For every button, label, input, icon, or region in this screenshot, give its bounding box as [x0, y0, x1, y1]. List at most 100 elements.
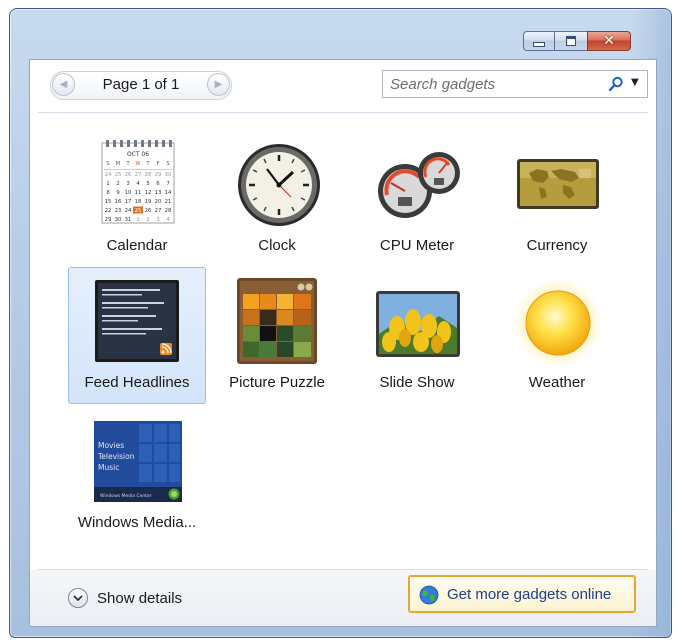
svg-text:23: 23 [115, 208, 122, 214]
svg-text:10: 10 [125, 190, 132, 196]
svg-text:3: 3 [126, 181, 129, 187]
gadget-feed-headlines[interactable]: Feed Headlines [68, 267, 206, 404]
svg-text:29: 29 [105, 217, 112, 223]
globe-icon [419, 585, 439, 605]
svg-text:21: 21 [165, 199, 172, 205]
gallery-footer: Show details Get more gadgets online [30, 570, 656, 626]
svg-text:30: 30 [165, 172, 172, 178]
svg-text:S: S [166, 161, 169, 167]
windows-media-center-icon: Movies Television Music Windows Media Ce… [94, 421, 182, 502]
gadget-label: Windows Media... [77, 514, 197, 531]
svg-text:25: 25 [115, 172, 122, 178]
svg-text:OCT 06: OCT 06 [127, 151, 149, 158]
svg-text:1: 1 [106, 181, 109, 187]
gallery-toolbar: ◀ Page 1 of 1 ▶ Search gadgets ▼ [30, 60, 656, 112]
svg-text:W: W [136, 161, 141, 167]
svg-text:28: 28 [165, 208, 172, 214]
show-details-label: Show details [97, 589, 183, 607]
svg-text:17: 17 [125, 199, 132, 205]
svg-text:2: 2 [116, 181, 119, 187]
svg-text:13: 13 [155, 190, 162, 196]
chevron-down-icon [68, 588, 88, 608]
svg-text:16: 16 [115, 199, 122, 205]
search-icon[interactable] [608, 76, 624, 92]
svg-text:29: 29 [155, 172, 162, 178]
maximize-icon [566, 36, 576, 46]
gadget-windows-media-center[interactable]: Movies Television Music Windows Media Ce… [68, 407, 206, 544]
window-controls: ✕ [523, 31, 631, 51]
svg-text:28: 28 [145, 172, 152, 178]
feed-headlines-icon [95, 280, 179, 362]
gadget-clock[interactable]: Clock [208, 130, 346, 267]
svg-text:18: 18 [135, 199, 142, 205]
svg-text:Windows Media Center: Windows Media Center [100, 493, 152, 499]
svg-text:S: S [106, 161, 109, 167]
gadget-label: Currency [526, 237, 588, 254]
svg-text:27: 27 [155, 208, 162, 214]
svg-text:24: 24 [105, 172, 112, 178]
gadget-label: Calendar [106, 237, 168, 254]
search-placeholder: Search gadgets [390, 76, 496, 93]
svg-text:2: 2 [146, 217, 149, 223]
svg-text:M: M [116, 161, 120, 167]
close-icon: ✕ [603, 33, 615, 49]
svg-text:22: 22 [105, 208, 112, 214]
svg-text:1: 1 [136, 217, 139, 223]
maximize-button[interactable] [555, 31, 587, 51]
gadget-calendar[interactable]: OCT 06 SMTWTFS 24 25 26 27 28 29 30 1234567 89… [68, 130, 206, 267]
gadget-label: Weather [528, 374, 586, 391]
gadget-currency[interactable]: Currency [488, 130, 626, 267]
minimize-icon [533, 41, 545, 47]
gadget-picture-puzzle[interactable]: Picture Puzzle [208, 267, 346, 404]
gadget-label: Clock [258, 237, 296, 254]
svg-text:26: 26 [145, 208, 152, 214]
svg-text:F: F [157, 161, 160, 167]
svg-text:5: 5 [146, 181, 149, 187]
svg-text:27: 27 [135, 172, 142, 178]
svg-text:14: 14 [165, 190, 172, 196]
minimize-button[interactable] [523, 31, 555, 51]
get-more-gadgets-label: Get more gadgets online [447, 586, 612, 603]
svg-text:24: 24 [125, 208, 132, 214]
previous-page-button[interactable]: ◀ [52, 73, 75, 96]
gadget-weather[interactable]: Weather [488, 267, 626, 404]
slide-show-icon [376, 291, 460, 357]
svg-text:3: 3 [156, 217, 159, 223]
svg-text:12: 12 [145, 190, 152, 196]
svg-text:15: 15 [105, 199, 112, 205]
weather-icon [514, 279, 602, 366]
svg-text:31: 31 [125, 217, 132, 223]
gadget-label: Feed Headlines [84, 374, 190, 391]
svg-text:Movies: Movies [98, 441, 124, 450]
svg-text:25: 25 [135, 208, 142, 214]
gadget-label: Slide Show [379, 374, 455, 391]
svg-text:30: 30 [115, 217, 122, 223]
toolbar-divider [38, 112, 648, 113]
clock-icon [238, 144, 320, 226]
currency-icon [517, 159, 599, 209]
gadget-slide-show[interactable]: Slide Show [348, 267, 486, 404]
svg-text:20: 20 [155, 199, 162, 205]
get-more-gadgets-online-link[interactable]: Get more gadgets online [408, 575, 636, 613]
page-indicator: Page 1 of 1 [102, 76, 180, 93]
picture-puzzle-icon [237, 278, 317, 364]
next-page-button[interactable]: ▶ [207, 73, 230, 96]
svg-text:19: 19 [145, 199, 152, 205]
search-options-dropdown-icon[interactable]: ▼ [631, 77, 639, 88]
svg-text:Television: Television [97, 452, 135, 461]
pager: ◀ Page 1 of 1 ▶ [50, 71, 232, 100]
gadget-label: Picture Puzzle [229, 374, 325, 391]
gadget-gallery: ◀ Page 1 of 1 ▶ Search gadgets ▼ OCT 06 [29, 59, 657, 627]
search-gadgets-input[interactable]: Search gadgets ▼ [382, 70, 648, 98]
close-button[interactable]: ✕ [587, 31, 631, 51]
cpu-meter-icon [378, 152, 460, 218]
calendar-icon: OCT 06 SMTWTFS 24 25 26 27 28 29 30 1234567 89… [101, 140, 175, 224]
svg-text:9: 9 [116, 190, 119, 196]
svg-text:11: 11 [135, 190, 142, 196]
svg-text:7: 7 [166, 181, 169, 187]
svg-text:26: 26 [125, 172, 132, 178]
gadget-label: CPU Meter [379, 237, 455, 254]
svg-text:Music: Music [98, 463, 119, 472]
gadget-cpu-meter[interactable]: CPU Meter [348, 130, 486, 267]
show-details-toggle[interactable]: Show details [68, 586, 182, 610]
